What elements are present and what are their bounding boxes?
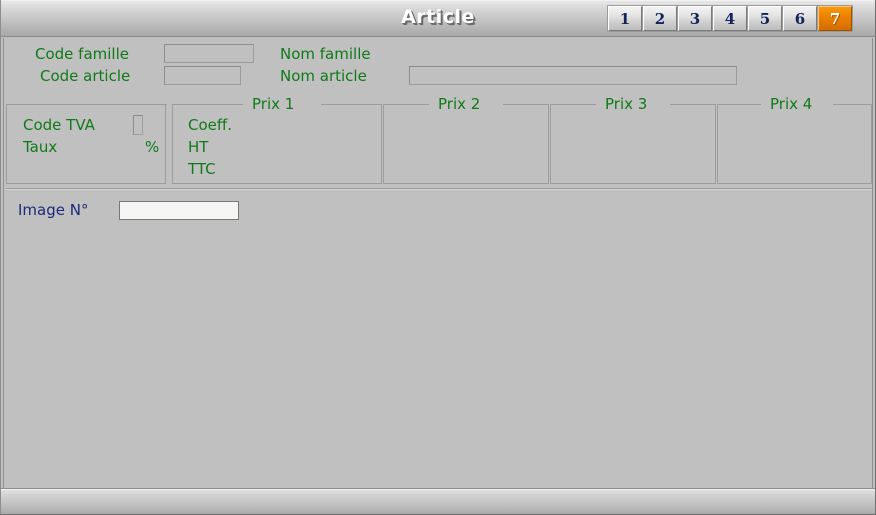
article-window: Article 1 2 3 4 5 6 7 Code famille Nom f… bbox=[0, 0, 876, 515]
taux-percent-symbol: % bbox=[145, 138, 160, 156]
code-famille-input[interactable] bbox=[164, 44, 254, 63]
tab-3[interactable]: 3 bbox=[678, 6, 712, 31]
tab-5[interactable]: 5 bbox=[748, 6, 782, 31]
taux-label: Taux bbox=[23, 138, 58, 156]
prix-3-group: Prix 3 bbox=[550, 95, 716, 184]
tva-panel: Code TVA Taux % bbox=[6, 104, 167, 184]
nom-famille-label: Nom famille bbox=[280, 45, 371, 63]
prix-4-group: Prix 4 bbox=[717, 95, 872, 184]
prix-1-group: Prix 1 Coeff. HT TTC bbox=[172, 95, 382, 184]
form-body: Code famille Nom famille Code article No… bbox=[3, 38, 873, 488]
image-number-input[interactable] bbox=[119, 201, 239, 220]
prix-2-group: Prix 2 bbox=[383, 95, 549, 184]
nom-article-label: Nom article bbox=[280, 67, 367, 85]
prix-1-ht-label: HT bbox=[188, 138, 209, 156]
status-bar bbox=[0, 488, 876, 515]
code-tva-input[interactable] bbox=[133, 115, 143, 135]
tab-7[interactable]: 7 bbox=[818, 6, 852, 31]
tab-2[interactable]: 2 bbox=[643, 6, 677, 31]
prix-1-ttc-label: TTC bbox=[188, 160, 216, 178]
title-bar: Article 1 2 3 4 5 6 7 bbox=[0, 0, 876, 37]
nom-article-input[interactable] bbox=[409, 66, 737, 85]
tab-1[interactable]: 1 bbox=[608, 6, 642, 31]
tab-strip: 1 2 3 4 5 6 7 bbox=[607, 5, 853, 32]
code-tva-label: Code TVA bbox=[23, 116, 95, 134]
prix-1-coeff-label: Coeff. bbox=[188, 116, 232, 134]
image-number-label: Image N° bbox=[18, 201, 89, 219]
tab-4[interactable]: 4 bbox=[713, 6, 747, 31]
code-article-input[interactable] bbox=[164, 66, 241, 85]
window-border-left bbox=[0, 0, 1, 515]
tab-6[interactable]: 6 bbox=[783, 6, 817, 31]
price-group-row: Code TVA Taux % Prix 1 Coeff. HT TTC Pri… bbox=[6, 95, 872, 184]
code-article-label: Code article bbox=[40, 67, 131, 85]
section-divider bbox=[6, 188, 872, 190]
code-famille-label: Code famille bbox=[35, 45, 129, 63]
